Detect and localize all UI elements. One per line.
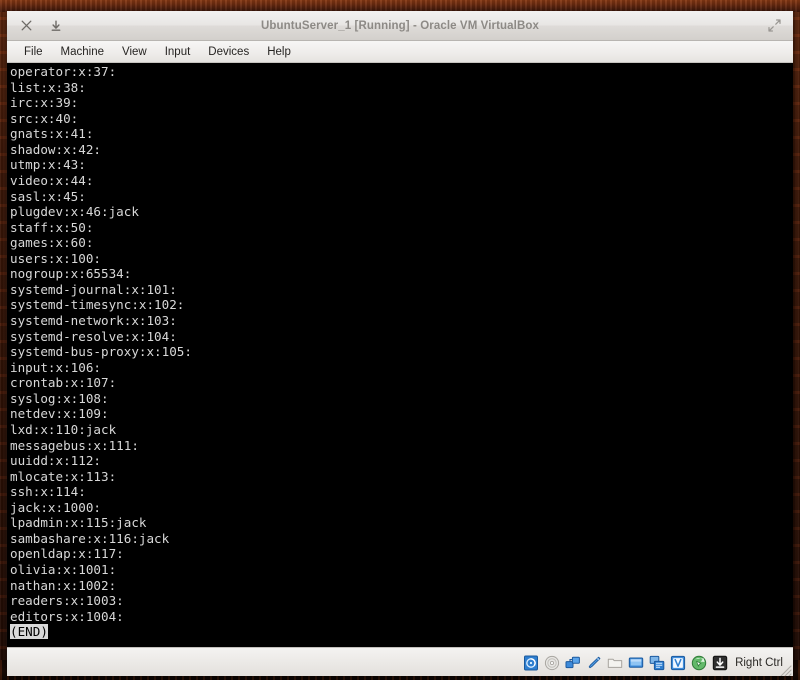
terminal-line: list:x:38: (10, 80, 793, 96)
terminal-line: sambashare:x:116:jack (10, 531, 793, 547)
terminal-line: irc:x:39: (10, 95, 793, 111)
host-key-icon[interactable] (711, 655, 728, 672)
terminal-line: sasl:x:45: (10, 189, 793, 205)
menu-item-input[interactable]: Input (156, 42, 200, 62)
terminal-line: olivia:x:1001: (10, 562, 793, 578)
terminal-line: utmp:x:43: (10, 157, 793, 173)
terminal-line: syslog:x:108: (10, 391, 793, 407)
terminal-line: staff:x:50: (10, 220, 793, 236)
display-icon[interactable] (627, 655, 644, 672)
terminal-line: uuidd:x:112: (10, 453, 793, 469)
usb-icon[interactable] (585, 655, 602, 672)
hard-disk-icon[interactable] (522, 655, 539, 672)
terminal-line: ssh:x:114: (10, 484, 793, 500)
mouse-integration-icon[interactable] (690, 655, 707, 672)
window-resize-grip[interactable] (777, 662, 792, 676)
menubar: File Machine View Input Devices Help (7, 41, 793, 63)
terminal-line: messagebus:x:111: (10, 438, 793, 454)
shared-folder-icon[interactable] (606, 655, 623, 672)
virtualbox-vm-window: UbuntuServer_1 [Running] - Oracle VM Vir… (7, 11, 793, 676)
terminal-line: nathan:x:1002: (10, 578, 793, 594)
menu-item-devices[interactable]: Devices (199, 42, 258, 62)
close-icon[interactable] (15, 15, 37, 37)
terminal-line: systemd-network:x:103: (10, 313, 793, 329)
terminal-line: jack:x:1000: (10, 500, 793, 516)
menu-item-help[interactable]: Help (258, 42, 300, 62)
terminal-line: lpadmin:x:115:jack (10, 515, 793, 531)
terminal-output: operator:x:37:list:x:38:irc:x:39:src:x:4… (7, 64, 793, 640)
pager-end-prompt: (END) (10, 624, 793, 640)
terminal-line: src:x:40: (10, 111, 793, 127)
terminal-line: video:x:44: (10, 173, 793, 189)
terminal-line: nogroup:x:65534: (10, 266, 793, 282)
terminal-line: crontab:x:107: (10, 375, 793, 391)
status-icon-tray (522, 655, 728, 672)
terminal-line: systemd-timesync:x:102: (10, 297, 793, 313)
terminal-line: operator:x:37: (10, 64, 793, 80)
terminal-line: shadow:x:42: (10, 142, 793, 158)
terminal-line: systemd-resolve:x:104: (10, 329, 793, 345)
window-title: UbuntuServer_1 [Running] - Oracle VM Vir… (7, 20, 793, 32)
network-icon[interactable] (564, 655, 581, 672)
terminal-line: input:x:106: (10, 360, 793, 376)
terminal-line: netdev:x:109: (10, 406, 793, 422)
menu-item-view[interactable]: View (113, 42, 156, 62)
terminal-line: mlocate:x:113: (10, 469, 793, 485)
window-titlebar[interactable]: UbuntuServer_1 [Running] - Oracle VM Vir… (7, 11, 793, 41)
terminal-line: gnats:x:41: (10, 126, 793, 142)
guest-terminal-screen[interactable]: operator:x:37:list:x:38:irc:x:39:src:x:4… (7, 63, 793, 647)
pager-end-prompt-text: (END) (10, 624, 48, 639)
menu-item-machine[interactable]: Machine (52, 42, 113, 62)
minimize-icon[interactable] (45, 15, 67, 37)
terminal-line: plugdev:x:46:jack (10, 204, 793, 220)
terminal-line: editors:x:1004: (10, 609, 793, 625)
video-capture-icon[interactable] (648, 655, 665, 672)
terminal-line: games:x:60: (10, 235, 793, 251)
virtualbox-logo-icon[interactable] (669, 655, 686, 672)
terminal-line: lxd:x:110:jack (10, 422, 793, 438)
fullscreen-icon[interactable] (764, 15, 784, 35)
terminal-line: readers:x:1003: (10, 593, 793, 609)
terminal-line: systemd-journal:x:101: (10, 282, 793, 298)
host-key-label: Right Ctrl (735, 657, 783, 669)
terminal-line: openldap:x:117: (10, 546, 793, 562)
terminal-line: systemd-bus-proxy:x:105: (10, 344, 793, 360)
optical-disk-icon[interactable] (543, 655, 560, 672)
terminal-line: users:x:100: (10, 251, 793, 267)
vm-statusbar: Right Ctrl (7, 647, 793, 676)
menu-item-file[interactable]: File (15, 42, 52, 62)
